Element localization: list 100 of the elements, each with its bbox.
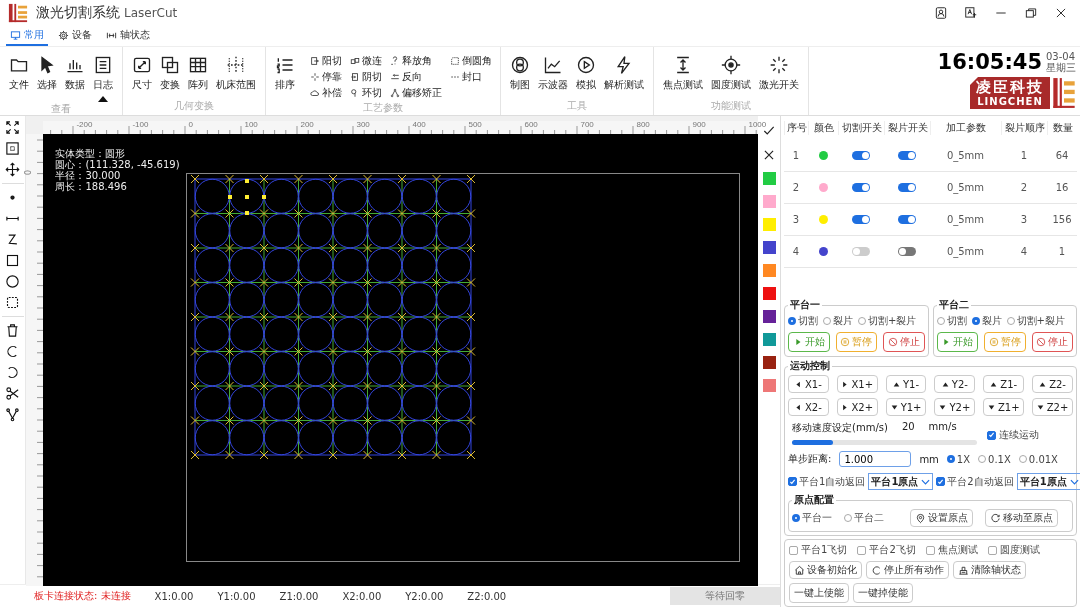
ribbon-button[interactable]: 阵列: [185, 53, 211, 94]
cut-toggle[interactable]: [852, 151, 870, 160]
color-swatch[interactable]: [762, 333, 776, 346]
mode-radio[interactable]: 切割+裂片: [858, 314, 917, 328]
ribbon-button[interactable]: 制图: [507, 53, 533, 94]
jog-button[interactable]: X2-: [788, 398, 829, 416]
dashed-rectangle-icon[interactable]: [5, 295, 21, 310]
ribbon-button[interactable]: 焦点测试: [660, 53, 706, 94]
jog-button[interactable]: X2+: [836, 398, 878, 416]
trash-icon[interactable]: [5, 323, 21, 338]
ribbon-button[interactable]: 选择: [34, 53, 60, 94]
origin-radio[interactable]: 平台一: [792, 511, 832, 525]
mode-radio[interactable]: 裂片: [823, 314, 853, 328]
mode-radio[interactable]: 切割+裂片: [1006, 314, 1065, 328]
jog-button[interactable]: X1+: [836, 375, 878, 393]
jog-button[interactable]: Z1+: [983, 398, 1025, 416]
step-radio[interactable]: 0.01X: [1018, 453, 1058, 465]
step-distance-field[interactable]: 1.000: [839, 451, 912, 467]
process-button[interactable]: 环切: [348, 85, 384, 101]
start-button[interactable]: 开始: [788, 332, 830, 352]
process-button[interactable]: 微连: [348, 53, 384, 69]
process-button[interactable]: 反向: [388, 69, 444, 85]
origin-dropdown[interactable]: 平台1原点: [868, 473, 934, 490]
mode-radio[interactable]: 切割: [936, 314, 967, 328]
jog-button[interactable]: Y1+: [885, 398, 927, 416]
ribbon-button[interactable]: 日志: [90, 53, 116, 94]
option-checkbox[interactable]: 平台2飞切: [857, 543, 916, 557]
ribbon-button[interactable]: 模拟: [573, 53, 599, 94]
set-origin-button[interactable]: 设置原点: [910, 509, 973, 527]
color-swatch[interactable]: [762, 379, 776, 392]
close-icon[interactable]: [1054, 6, 1068, 20]
jog-button[interactable]: Z2+: [1032, 398, 1073, 416]
split-toggle[interactable]: [898, 247, 916, 256]
process-button[interactable]: 补偿: [308, 85, 344, 101]
jog-button[interactable]: Y2+: [934, 398, 976, 416]
jog-button[interactable]: Y1-: [885, 375, 927, 393]
ribbon-button[interactable]: 文件: [6, 53, 32, 94]
ribbon-button[interactable]: 解析测试: [601, 53, 647, 94]
step-radio[interactable]: 0.1X: [978, 453, 1011, 465]
process-button[interactable]: 停靠: [308, 69, 344, 85]
cut-toggle[interactable]: [852, 183, 870, 192]
ribbon-button[interactable]: 数据: [62, 53, 88, 94]
cut-toggle[interactable]: [852, 247, 870, 256]
branch-icon[interactable]: [5, 407, 21, 422]
process-button[interactable]: 阳切: [308, 53, 344, 69]
mode-radio[interactable]: 裂片: [971, 314, 1002, 328]
option-checkbox[interactable]: 平台1飞切: [789, 543, 848, 557]
translate-icon[interactable]: [964, 6, 978, 20]
color-swatch[interactable]: [762, 241, 776, 254]
action-button[interactable]: 停止所有动作: [866, 561, 949, 579]
origin-dropdown[interactable]: 平台1原点: [1016, 473, 1080, 490]
action-button[interactable]: 设备初始化: [789, 561, 862, 579]
cut-toggle[interactable]: [852, 215, 870, 224]
color-swatch[interactable]: [762, 172, 776, 185]
ribbon-button[interactable]: 示波器: [535, 53, 571, 94]
jog-button[interactable]: Z2-: [1032, 375, 1073, 393]
split-toggle[interactable]: [898, 151, 916, 160]
ribbon-button[interactable]: 机床范围: [213, 53, 259, 94]
ribbon-button[interactable]: 排序: [272, 53, 298, 94]
move-to-origin-button[interactable]: 移动至原点: [985, 509, 1058, 527]
start-button[interactable]: 开始: [936, 332, 978, 352]
option-checkbox[interactable]: 圆度测试: [987, 543, 1040, 557]
color-swatch[interactable]: [762, 195, 776, 208]
circle-icon[interactable]: [5, 274, 21, 289]
fit-screen-icon[interactable]: [5, 120, 21, 135]
scissors-icon[interactable]: [5, 386, 21, 401]
continuous-checkbox[interactable]: 连续运动: [987, 428, 1039, 442]
ribbon-tab[interactable]: 轴状态: [102, 26, 154, 46]
drawing-canvas[interactable]: 实体类型：圆形 圆心：(111.328, -45.619) 半径：30.000 周长：188.496: [43, 134, 759, 586]
auto-return-checkbox[interactable]: 平台2自动返回: [936, 474, 1014, 489]
color-swatch[interactable]: [762, 218, 776, 231]
stop-button[interactable]: 停止: [883, 332, 925, 352]
ribbon-button[interactable]: 圆度测试: [708, 53, 754, 94]
speed-slider[interactable]: [792, 440, 977, 445]
ribbon-tab[interactable]: 常用: [6, 26, 48, 46]
color-swatch[interactable]: [762, 310, 776, 323]
step-radio[interactable]: 1X: [946, 453, 971, 465]
split-toggle[interactable]: [898, 215, 916, 224]
jog-button[interactable]: X1-: [788, 375, 829, 393]
enable-button[interactable]: 一键掉使能: [853, 583, 913, 603]
jog-button[interactable]: Y2-: [934, 375, 976, 393]
move-icon[interactable]: [5, 162, 21, 177]
process-button[interactable]: 偏移矫正: [388, 85, 444, 101]
action-button[interactable]: 清除轴状态: [953, 561, 1026, 579]
user-card-icon[interactable]: [934, 6, 948, 20]
process-button[interactable]: 倒圆角: [448, 53, 494, 69]
rectangle-icon[interactable]: [5, 253, 21, 268]
split-toggle[interactable]: [898, 183, 916, 192]
ribbon-tab[interactable]: 设备: [54, 26, 96, 46]
select-box-icon[interactable]: [5, 141, 21, 156]
origin-radio[interactable]: 平台二: [844, 511, 884, 525]
process-button[interactable]: 释放角: [388, 53, 444, 69]
auto-return-checkbox[interactable]: 平台1自动返回: [788, 474, 866, 489]
ribbon-button[interactable]: 变换: [157, 53, 183, 94]
color-swatch[interactable]: [762, 356, 776, 369]
enable-button[interactable]: 一键上使能: [789, 583, 849, 603]
restore-icon[interactable]: [1024, 6, 1038, 20]
mode-radio[interactable]: 切割: [788, 314, 818, 328]
jog-button[interactable]: Z1-: [983, 375, 1025, 393]
process-button[interactable]: 封口: [448, 69, 494, 85]
